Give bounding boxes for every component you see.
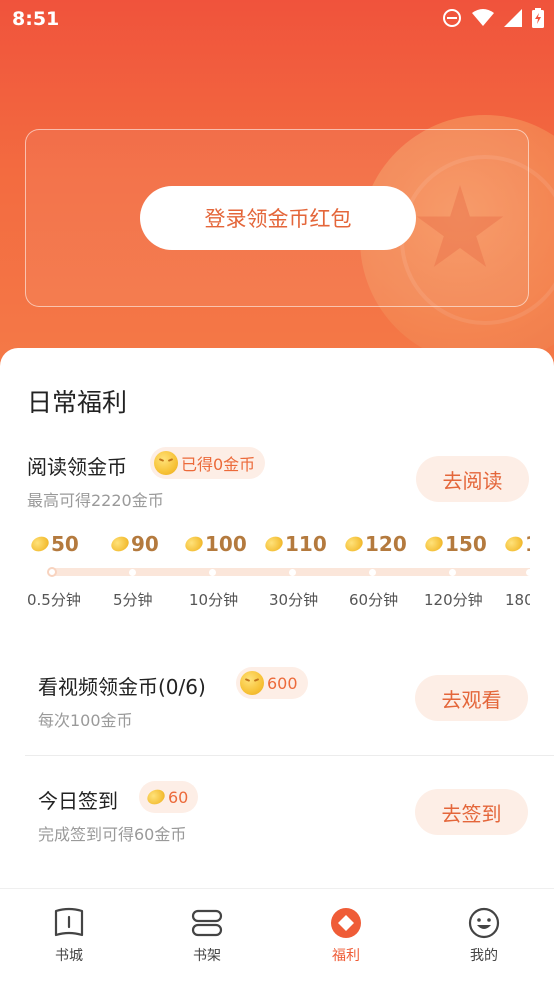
milestone: 150 xyxy=(422,532,487,556)
checkin-task-subtitle: 完成签到可得60金币 xyxy=(38,825,187,844)
nav-label: 福利 xyxy=(332,948,360,964)
nav-label: 书城 xyxy=(55,948,83,964)
milestone-time: 120分钟 xyxy=(424,591,483,609)
coin-icon xyxy=(28,533,52,555)
login-card: 登录领金币红包 xyxy=(25,129,529,307)
video-task-subtitle: 每次100金币 xyxy=(38,711,133,730)
checkin-reward-text: 60 xyxy=(168,787,189,807)
milestone-time: 60分钟 xyxy=(349,591,399,609)
checkin-task-title: 今日签到 xyxy=(38,789,118,813)
milestone: 1 xyxy=(502,532,530,556)
coin-icon xyxy=(502,533,526,555)
progress-dot xyxy=(369,569,376,576)
reading-task-title: 阅读领金币 xyxy=(27,455,127,479)
milestone-coins: 120 xyxy=(365,532,407,556)
milestone-time: 30分钟 xyxy=(269,591,319,609)
do-not-disturb-icon xyxy=(443,9,461,27)
go-watch-button[interactable]: 去观看 xyxy=(415,675,528,721)
nav-item-mine[interactable]: 我的 xyxy=(439,907,529,965)
milestone-time: 10分钟 xyxy=(189,591,239,609)
coin-icon xyxy=(108,533,132,555)
milestone: 100 xyxy=(182,532,247,556)
status-bar: 8:51 xyxy=(0,0,554,40)
login-reward-button[interactable]: 登录领金币红包 xyxy=(140,186,416,250)
milestone-coins: 150 xyxy=(445,532,487,556)
nav-label: 书架 xyxy=(193,948,221,964)
coin-icon xyxy=(422,533,446,555)
progress-dot xyxy=(526,569,530,576)
wifi-icon xyxy=(472,9,494,26)
coin-icon xyxy=(182,533,206,555)
milestone-coins: 1 xyxy=(525,532,530,556)
status-time: 8:51 xyxy=(12,8,60,30)
checkin-reward-badge: 60 xyxy=(139,781,199,813)
progress-dot xyxy=(47,567,57,577)
welfare-icon xyxy=(331,908,361,938)
divider xyxy=(25,755,554,756)
nav-item-bookstore[interactable]: 书城 xyxy=(24,907,114,965)
milestone-coins: 100 xyxy=(205,532,247,556)
reading-task-subtitle: 最高可得2220金币 xyxy=(27,491,164,510)
reading-progress: 50 90 100 110 120 150 1 0.5分钟 5分钟 10分钟 3… xyxy=(27,532,530,612)
video-reward-badge: 600 xyxy=(236,667,308,699)
go-read-button[interactable]: 去阅读 xyxy=(416,456,529,502)
section-title: 日常福利 xyxy=(27,388,128,417)
progress-dot xyxy=(449,569,456,576)
coin-face-icon xyxy=(240,671,264,695)
reading-earned-text: 已得0金币 xyxy=(181,455,256,474)
milestone: 120 xyxy=(342,532,407,556)
video-task-title: 看视频领金币(0/6) xyxy=(38,675,206,699)
milestone-time: 0.5分钟 xyxy=(27,591,81,609)
reading-earned-badge: 已得0金币 xyxy=(150,447,266,479)
progress-dot xyxy=(289,569,296,576)
battery-icon xyxy=(532,8,544,28)
go-checkin-button[interactable]: 去签到 xyxy=(415,789,528,835)
bottom-nav: 书城 书架 福利 我的 xyxy=(0,888,554,985)
coin-icon xyxy=(144,786,168,808)
book-icon xyxy=(54,907,84,937)
coin-icon xyxy=(262,533,286,555)
smiley-icon xyxy=(468,907,500,939)
progress-dot xyxy=(209,569,216,576)
milestone: 50 xyxy=(28,532,79,556)
signal-icon xyxy=(504,9,522,27)
milestone-coins: 50 xyxy=(51,532,79,556)
coin-face-icon xyxy=(154,451,178,475)
milestone-time: 180分钟 xyxy=(505,591,530,609)
nav-item-welfare[interactable]: 福利 xyxy=(301,907,391,965)
milestone: 90 xyxy=(108,532,159,556)
milestone-coins: 110 xyxy=(285,532,327,556)
bookshelf-icon xyxy=(191,909,223,937)
milestone: 110 xyxy=(262,532,327,556)
coin-icon xyxy=(342,533,366,555)
milestone-time: 5分钟 xyxy=(113,591,153,609)
nav-item-bookshelf[interactable]: 书架 xyxy=(162,907,252,965)
milestone-coins: 90 xyxy=(131,532,159,556)
video-reward-text: 600 xyxy=(267,673,298,693)
progress-dot xyxy=(129,569,136,576)
welfare-panel: 日常福利 阅读领金币 已得0金币 最高可得2220金币 去阅读 50 90 10… xyxy=(0,348,554,888)
nav-label: 我的 xyxy=(470,948,498,964)
